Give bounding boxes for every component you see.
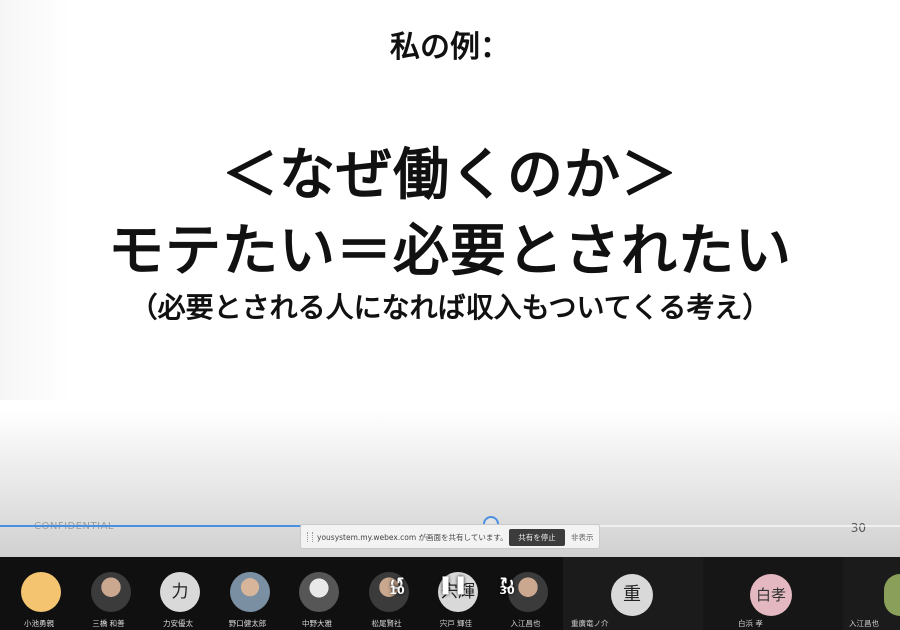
participant-avatar: 力	[160, 572, 200, 612]
participant-avatar[interactable]: 白孝	[750, 574, 792, 616]
participant-avatar[interactable]	[884, 574, 900, 616]
participant-name: 入江昌也	[849, 619, 879, 628]
participant-name: 松尾賢社	[371, 619, 402, 628]
participant-name: 白浜 孝	[738, 619, 763, 628]
share-status-text: yousystem.my.webex.com が画面を共有しています。	[317, 533, 508, 542]
participant-name: 三橋 和善	[92, 619, 125, 628]
rewind-seconds-label: 10	[389, 584, 405, 597]
participant-tile[interactable]: 小池勇親	[4, 557, 74, 630]
participant-avatar	[299, 572, 339, 612]
drag-handle-icon[interactable]	[307, 532, 313, 542]
slide-title-line-2: モテたい＝必要とされたい	[108, 219, 792, 284]
forward-30-button[interactable]: ↻ 30	[492, 575, 522, 611]
participant-name: 重廣竜ノ介	[571, 619, 609, 628]
pause-button[interactable]: ❚❚	[438, 575, 468, 611]
hide-share-bar-button[interactable]: 非表示	[571, 532, 594, 543]
participant-name: 中野大雅	[302, 619, 332, 628]
slide-title-line-1: ＜なぜ働くのか＞	[222, 143, 678, 208]
slide-page-number: 30	[850, 521, 866, 535]
participant-tile[interactable]: 力力安優太	[143, 557, 213, 630]
participant-tile[interactable]: 三橋 和善	[74, 557, 144, 630]
participant-name: 入江昌也	[510, 619, 541, 628]
screen-share-bar: yousystem.my.webex.com が画面を共有しています。 共有を停…	[300, 524, 600, 549]
participant-tile[interactable]: 中野大雅	[282, 557, 352, 630]
participant-avatar	[21, 572, 61, 612]
participant-name: 力安優太	[163, 619, 193, 628]
pause-icon: ❚❚	[438, 574, 469, 595]
rewind-10-button[interactable]: ↺ 10	[382, 575, 412, 611]
participant-name: 宍戸 輝佳	[439, 619, 473, 628]
forward-seconds-label: 30	[499, 584, 515, 597]
participant-tile[interactable]: 野口健太郎	[213, 557, 283, 630]
stop-sharing-button[interactable]: 共有を停止	[509, 529, 565, 546]
participant-name: 野口健太郎	[228, 619, 267, 628]
shared-slide: 私の例： ＜なぜ働くのか＞ モテたい＝必要とされたい （必要とされる人になれば収…	[0, 0, 900, 560]
participant-panel: 小池勇親 三橋 和善力力安優太 野口健太郎 中野大雅 松尾賢社 宍輝 宍戸 輝佳 入江昌也	[0, 557, 563, 630]
participant-avatar	[90, 572, 131, 612]
participant-avatar[interactable]: 重	[611, 574, 653, 616]
participant-name: 小池勇親	[24, 619, 54, 628]
slide-subtitle: （必要とされる人になれば収入もついてくる考え）	[129, 291, 771, 324]
slide-heading: 私の例：	[390, 30, 510, 65]
participant-avatar	[229, 572, 270, 612]
